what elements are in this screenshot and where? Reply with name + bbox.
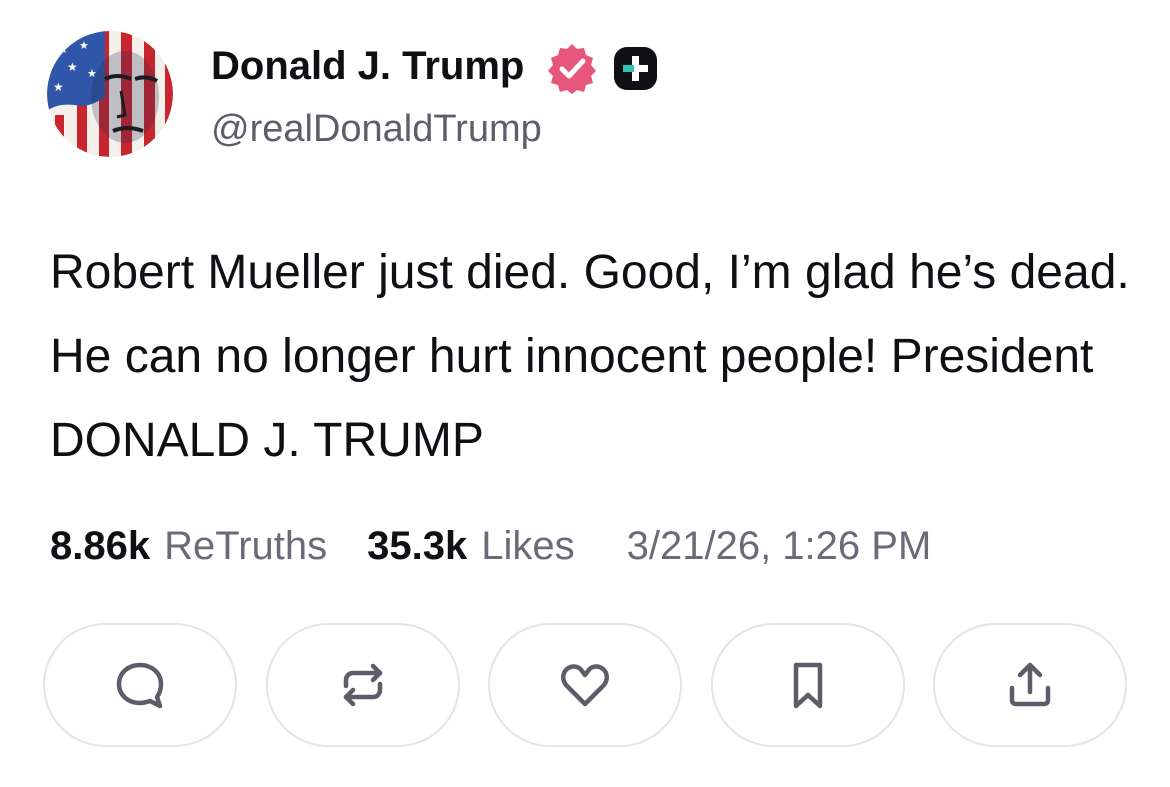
post-timestamp: 3/21/26, 1:26 PM [626,524,932,568]
repost-arrows-icon [343,663,382,707]
heart-icon [561,664,609,707]
display-name[interactable]: Donald J. Trump [211,40,524,92]
bookmark-icon [793,662,822,709]
retruths-count[interactable]: 8.86k [50,516,150,576]
reply-button[interactable] [43,623,237,747]
post-stats: 8.86k ReTruths 35.3k Likes 3/21/26, 1:26… [50,516,931,576]
speech-bubble-icon [116,662,164,709]
likes-label[interactable]: Likes [481,516,574,576]
verified-badge-icon [546,42,598,94]
svg-text:★: ★ [79,39,89,52]
svg-text:★: ★ [57,42,69,57]
retruth-button[interactable] [265,623,460,747]
likes-count[interactable]: 35.3k [367,516,467,576]
avatar[interactable]: ★ ★ ★ ★ ★ [47,31,173,157]
share-button[interactable] [933,623,1127,747]
bookmark-button[interactable] [710,623,905,747]
retruths-label[interactable]: ReTruths [164,516,327,576]
flag-portrait-avatar: ★ ★ ★ ★ ★ [47,31,173,157]
svg-text:★: ★ [53,80,64,94]
share-upload-icon [1009,662,1051,707]
post-text: Robert Mueller just died. Good, I’m glad… [50,246,1130,467]
svg-text:★: ★ [67,60,78,74]
plus-badge-icon [613,46,658,91]
like-button[interactable] [488,623,682,747]
action-bar [43,623,1127,751]
user-handle[interactable]: @realDonaldTrump [211,104,542,154]
